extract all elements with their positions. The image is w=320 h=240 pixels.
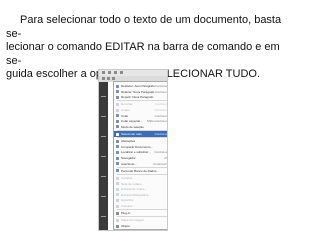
toolbar-icon — [114, 71, 117, 74]
menu-item-label: AutoTexto... — [121, 161, 137, 166]
menu-item[interactable]: Vínculos... — [114, 203, 167, 209]
menu-item-icon — [116, 114, 119, 118]
gutter-mark — [101, 156, 106, 157]
gutter-mark — [101, 196, 106, 197]
gutter-mark — [101, 116, 106, 117]
menu-item-icon — [116, 182, 119, 186]
menu-item-icon — [116, 84, 119, 88]
paragraph-line-3: lecionar o comando EDITAR na barra de co… — [6, 41, 280, 53]
menu-item-icon — [116, 224, 119, 228]
toolbar-icon — [120, 71, 123, 74]
menu-item[interactable]: AutoTexto... Control+F3 — [114, 161, 168, 167]
toolbar-icon — [102, 77, 105, 80]
paragraph-line-5-end: SELECIONAR TUDO. — [152, 68, 261, 80]
menu-item-label: Permutar Banco de Dados... — [121, 168, 159, 173]
menu-item[interactable]: Selecionar tudo Control+A — [114, 131, 168, 137]
gutter-mark — [101, 136, 106, 137]
menu-item-label: Objeto — [121, 224, 130, 228]
menu-item-label: Repetir: Nova Paragrafo — [121, 95, 154, 100]
menu-item[interactable]: Repetir: Nova Paragrafo — [114, 94, 167, 100]
menu-item[interactable]: Plug-in — [114, 210, 167, 216]
toolbar-icon — [107, 77, 110, 80]
menu-item-icon — [116, 156, 119, 160]
menu-item-icon — [116, 162, 119, 166]
menu-item-icon — [116, 132, 119, 136]
menu-item-icon — [116, 95, 119, 99]
menu-item-label: Modo de seleção — [121, 124, 144, 129]
paragraph-line-5-start: guida escolher a op — [6, 68, 103, 80]
editor-screenshot: Desfazer: Auto Paragrafo Control+Z Refazer… — [98, 69, 168, 231]
menu-item-icon — [116, 204, 119, 208]
gutter-mark — [101, 96, 106, 97]
menu-item[interactable]: Permutar Banco de Dados... — [114, 168, 167, 174]
menu-item-icon — [116, 187, 119, 191]
menu-item-icon — [116, 193, 119, 197]
menu-item-icon — [116, 139, 119, 143]
menu-item-icon — [116, 218, 119, 222]
menu-item-icon — [116, 145, 119, 149]
edit-menu: Desfazer: Auto Paragrafo Control+Z Refazer… — [113, 81, 168, 230]
menu-item-icon — [116, 211, 119, 215]
toolbar-icon — [112, 77, 115, 80]
menu-item-icon — [116, 102, 119, 106]
menu-item-icon — [116, 150, 119, 154]
paragraph-line-1: Para selecionar todo o texto de um docum… — [20, 14, 282, 26]
menu-item-shortcut: Control+F3 — [153, 161, 168, 166]
gutter-mark — [101, 176, 106, 177]
toolbar-icon — [102, 71, 105, 74]
menu-item-shortcut: Control+A — [154, 132, 168, 136]
menu-item-icon — [116, 119, 119, 123]
paragraph-line-2: se- — [6, 27, 22, 40]
menu-item-label: Plug-in — [121, 211, 131, 216]
menu-item-label: Vínculos... — [121, 204, 136, 208]
menu-item-icon — [116, 90, 119, 94]
paragraph-line-4: se- — [6, 54, 22, 67]
menu-item-label: Selecionar tudo — [121, 132, 142, 136]
menu-item-icon — [116, 108, 119, 112]
menu-item[interactable]: Objeto — [114, 223, 167, 229]
menu-item[interactable]: Modo de seleção — [114, 124, 167, 130]
menu-item-icon — [116, 169, 119, 173]
menu-item-icon — [116, 176, 119, 180]
document-gutter — [99, 82, 108, 230]
menu-item-icon — [116, 125, 119, 129]
menu-item-icon — [116, 198, 119, 202]
gutter-mark — [101, 216, 106, 217]
toolbar-icon — [108, 71, 111, 74]
